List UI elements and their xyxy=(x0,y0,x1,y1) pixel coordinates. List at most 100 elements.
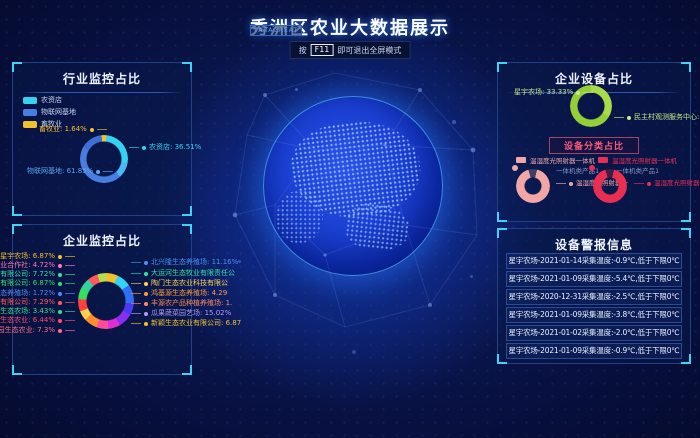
corner-accent xyxy=(12,365,22,375)
label-line xyxy=(556,183,566,184)
label-line xyxy=(65,283,75,284)
corner-accent xyxy=(12,206,22,216)
particle-dot xyxy=(470,275,473,278)
legend-swatch xyxy=(516,157,526,163)
chart-label: 农资店: 36.51% xyxy=(129,143,201,152)
chart-label-text: 家锦养殖有限公司: 7.72% xyxy=(0,270,55,279)
corner-accent xyxy=(681,228,691,238)
label-dot xyxy=(647,182,651,186)
chart-label-text: 瓜果蔬菜园艺场: 15.02% xyxy=(151,309,231,318)
legend-label: 温湿度光照射器一体机 xyxy=(612,155,677,165)
particle-dot xyxy=(352,350,356,354)
chart-label: 中信行有限公司: 7.29% xyxy=(0,298,75,307)
corner-accent xyxy=(182,365,192,375)
device-class-donut-a[interactable] xyxy=(516,169,550,203)
label-line xyxy=(97,129,107,130)
legend-item[interactable]: 温湿度光照射器一体机 xyxy=(598,155,677,165)
chart-label-text: 民主村观测服务中心: 66 xyxy=(634,113,700,122)
legend-item[interactable]: 物联网基地 xyxy=(23,107,76,117)
fullscreen-hint: 按 F11 即可退出全屏模式 xyxy=(290,41,411,59)
device-class-title: 设备分类占比 xyxy=(549,137,639,154)
chart-label-text: 温湿度光照射器一 xyxy=(654,179,700,188)
label-dot xyxy=(58,301,62,305)
chart-bubble xyxy=(512,165,518,171)
chart-label: 翔升发展有限公司: 6.87% xyxy=(0,279,75,288)
device-class-donut-b[interactable] xyxy=(593,169,627,203)
label-dot xyxy=(569,182,573,186)
label-line xyxy=(131,323,141,324)
legend-swatch xyxy=(23,121,37,128)
label-dot xyxy=(144,312,148,316)
industry-panel-title: 行业监控占比 xyxy=(13,63,191,87)
label-dot xyxy=(142,146,146,150)
chart-label: 北兴隆生态养殖场: 11.16% xyxy=(131,258,238,267)
page-title: 秀洲区农业大数据展示 xyxy=(0,14,700,40)
label-line xyxy=(583,92,593,93)
corner-accent xyxy=(497,354,507,364)
chart-label-text: 中信行有限公司: 7.29% xyxy=(0,298,55,307)
divider xyxy=(21,92,183,93)
chart-label-text: 仁丰生态农业: 6.44% xyxy=(0,316,55,325)
corner-accent xyxy=(497,62,507,72)
label-dot xyxy=(58,264,62,268)
chart-label: 陶门生态农业科技有限公 xyxy=(131,279,228,288)
label-line xyxy=(131,262,141,263)
chart-label: 星宇农场: 33.33% xyxy=(514,88,593,97)
label-dot xyxy=(58,319,62,323)
label-dot xyxy=(58,282,62,286)
continent-dots xyxy=(276,190,322,243)
globe xyxy=(263,96,443,276)
corner-accent xyxy=(681,212,691,222)
label-line xyxy=(634,183,644,184)
alert-row[interactable]: 星宇农场-2020-12-31采集温度:-2.5℃,低于下限0℃ xyxy=(506,289,682,305)
chart-label: 星宇农场: 6.87% xyxy=(0,252,75,261)
chart-label: 鸿基源生态养殖场: 4.29 xyxy=(131,289,227,298)
hint-prefix: 按 xyxy=(299,45,307,56)
legend-swatch xyxy=(23,97,37,104)
label-line xyxy=(614,117,624,118)
chart-label: 新颖生态农业有限公司: 6.87 xyxy=(131,319,241,328)
label-dot xyxy=(58,255,62,259)
chart-label-text: 大运河生态牧业有限责任公 xyxy=(151,269,235,278)
label-line xyxy=(131,293,141,294)
enterprise-panel-title: 企业监控占比 xyxy=(13,225,191,249)
corner-accent xyxy=(12,224,22,234)
corner-accent xyxy=(182,206,192,216)
chart-label-text: 红梅园生态农业: 7.3% xyxy=(0,326,55,335)
label-line xyxy=(65,330,75,331)
particle-dot xyxy=(295,88,298,91)
chart-label: 仁丰生态农业: 6.44% xyxy=(0,316,75,325)
chart-label-text: 鸿基源生态养殖场: 4.29 xyxy=(151,289,227,298)
alerts-panel-title: 设备警报信息 xyxy=(498,229,690,253)
label-dot xyxy=(58,273,62,277)
label-line xyxy=(131,313,141,314)
label-dot xyxy=(144,282,148,286)
chart-label: 丰源农产品种植养殖场: 1. xyxy=(131,299,232,308)
legend-item[interactable]: 农资店 xyxy=(23,95,62,105)
legend-item[interactable]: 温湿度光照射器一体机 xyxy=(516,155,595,165)
chart-label: 家锦养殖有限公司: 7.72% xyxy=(0,270,75,279)
label-dot xyxy=(96,170,100,174)
alert-row[interactable]: 星宇农场-2021-01-02采集温度:-2.0℃,低于下限0℃ xyxy=(506,325,682,341)
enterprise-donut-chart[interactable] xyxy=(78,273,134,329)
alert-row[interactable]: 星宇农场-2021-01-09采集温度:-0.9℃,低于下限0℃ xyxy=(506,343,682,359)
alert-row[interactable]: 星宇农场-2021-01-09采集温度:-5.4℃,低于下限0℃ xyxy=(506,271,682,287)
label-dot xyxy=(58,329,62,333)
chart-label-text: 农资店: 36.51% xyxy=(149,143,201,152)
legend-label: 温湿度光照射器一体机 xyxy=(530,155,595,165)
alerts-panel: 设备警报信息 星宇农场-2021-01-14采集温度:-0.9℃,低于下限0℃ … xyxy=(497,228,691,364)
chart-label: 上华生态养殖场: 1.72% xyxy=(0,289,75,298)
corner-accent xyxy=(497,228,507,238)
label-dot xyxy=(58,292,62,296)
label-dot xyxy=(576,91,580,95)
label-dot xyxy=(144,302,148,306)
label-line xyxy=(65,274,75,275)
alert-row[interactable]: 星宇农场-2021-01-09采集温度:-3.8℃,低于下限0℃ xyxy=(506,307,682,323)
device-panel: 企业设备占比 星宇农场: 33.33% 民主村观测服务中心: 66 设备分类占比… xyxy=(497,62,691,222)
alert-row[interactable]: 星宇农场-2021-01-14采集温度:-0.9℃,低于下限0℃ xyxy=(506,253,682,269)
chart-label: 秀洲商务专业合作社: 4.72% xyxy=(0,261,75,270)
corner-accent xyxy=(497,212,507,222)
corner-accent xyxy=(182,62,192,72)
chart-label-text: 新颖生态农业有限公司: 6.87 xyxy=(151,319,241,328)
chart-label: 畜牧业: 1.64% xyxy=(39,125,107,134)
